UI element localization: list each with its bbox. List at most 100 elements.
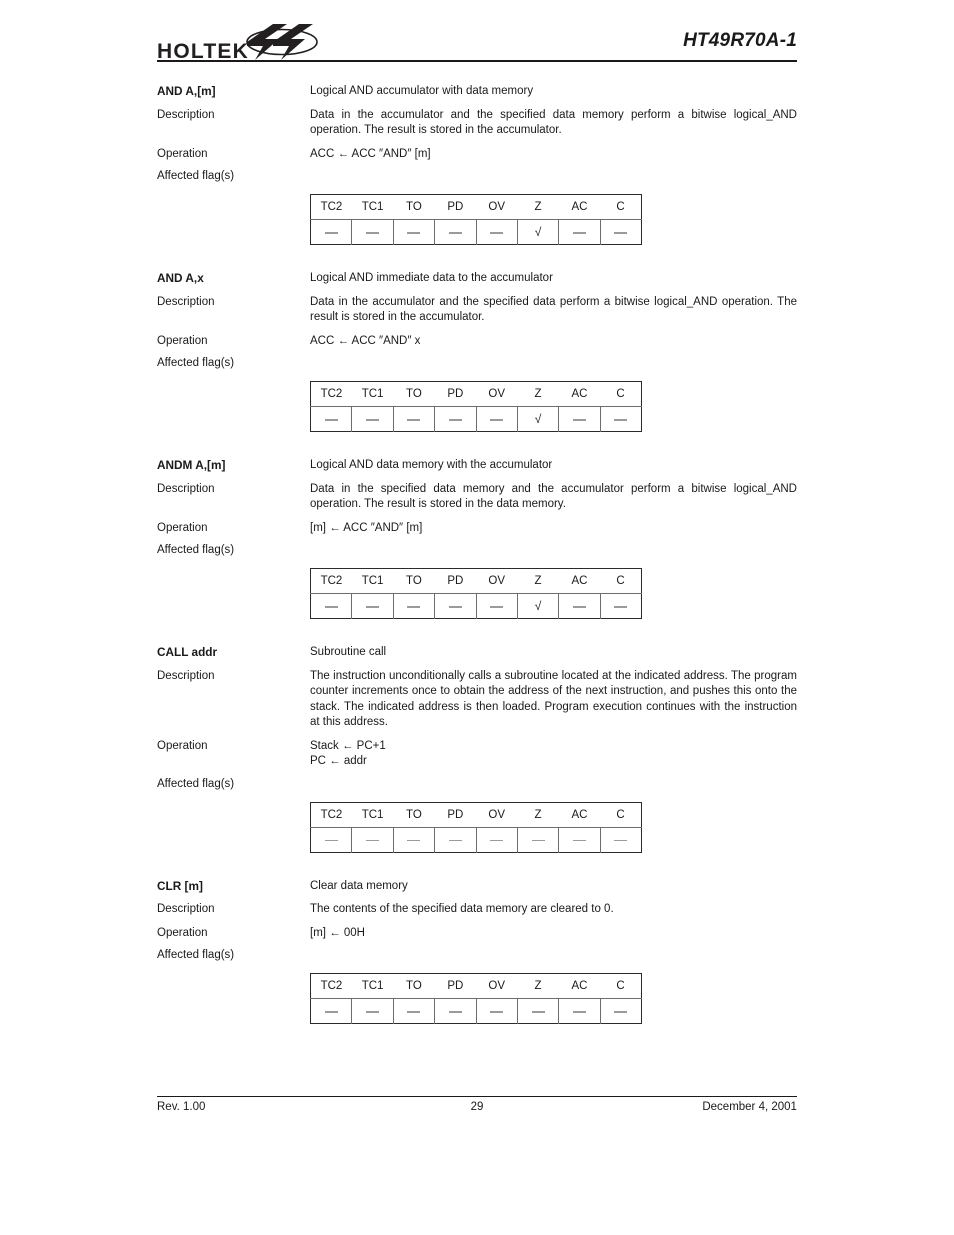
flag-header-cell: OV [476,568,518,594]
table-row: √ [311,593,642,619]
instruction-operation: [m] ← 00H [310,926,797,942]
operation-line: PC ← addr [310,755,367,767]
flag-value-cell: √ [516,406,559,432]
flag-value-cell [311,827,352,852]
flag-value-cell [351,593,394,619]
flag-dash-icon [490,1011,504,1013]
operation-line: [m] ← 00H [310,926,365,939]
flag-value-cell [434,406,476,432]
instruction-block: AND A,[m] Logical AND accumulator with d… [157,84,797,245]
table-row [311,998,642,1024]
flag-header-cell: TC2 [310,802,352,828]
affected-flags-table: TC2 TC1 TO PD OV Z AC C [310,194,642,245]
flag-dash-icon [366,606,380,608]
flag-header-cell: Z [517,194,559,220]
page-footer: Rev. 1.00 29 December 4, 2001 [157,1101,797,1113]
instruction-mnemonic: ANDM A,[m] [157,458,226,472]
flag-value-cell [392,998,435,1024]
flag-header-cell: OV [476,381,518,407]
flag-value-cell [475,827,518,852]
table-header-row: TC2 TC1 TO PD OV Z AC C [310,802,642,828]
flag-header-cell: TC2 [310,568,352,594]
flag-value-cell [599,593,642,619]
flag-dash-icon [324,606,338,608]
flag-dash-icon [366,419,380,421]
flag-dash-icon [572,419,586,421]
instruction-block: ANDM A,[m] Logical AND data memory with … [157,458,797,619]
footer-revision: Rev. 1.00 [157,1101,206,1113]
table-header-row: TC2 TC1 TO PD OV Z AC C [310,973,642,999]
instruction-operation: ACC ← ACC ″AND″ x [310,334,797,350]
operation-label: Operation [157,521,208,534]
table-row: √ [311,406,642,432]
description-label: Description [157,295,215,308]
affected-flags-table-wrap: TC2 TC1 TO PD OV Z AC C [310,194,797,245]
flag-header-cell: PD [434,568,476,594]
flag-value-cell [599,827,642,852]
operation-line: ACC ← ACC ″AND″ [m] [310,147,431,160]
operation-label: Operation [157,147,208,160]
flag-dash-icon [448,839,462,842]
instruction-mnemonic: CALL addr [157,645,218,659]
flag-header-cell: TC2 [310,973,352,999]
instruction-description: Data in the specified data memory and th… [310,482,797,511]
flag-value-cell [434,827,476,852]
flag-dash-icon [407,232,421,234]
table-row: √ [311,219,642,245]
table-row [311,827,642,852]
flag-dash-icon [614,419,628,421]
description-label: Description [157,669,215,682]
instruction-summary: Subroutine call [310,646,387,658]
affected-flags-label: Affected flag(s) [157,544,235,556]
flag-header-cell: TC1 [351,194,394,220]
flag-value-cell [434,998,476,1024]
flag-header-cell: TO [393,973,435,999]
flag-dash-icon [366,1011,380,1013]
description-label: Description [157,482,215,495]
flag-header-cell: AC [558,802,601,828]
flag-dash-icon [490,839,504,842]
footer-divider [157,1096,797,1098]
instruction-block: CALL addr Subroutine call Description Th… [157,645,797,853]
flag-dash-icon [614,232,628,234]
flag-value-cell [516,998,559,1024]
flag-dash-icon [490,232,504,234]
flag-dash-icon [531,1011,545,1013]
flag-value-cell [351,827,394,852]
operation-line: ACC ← ACC ″AND″ x [310,334,421,347]
datasheet-page: HOLTEK HT49R70A-1 AND A,[m] Logical AND … [0,0,954,1235]
flag-value-cell [558,998,601,1024]
header-divider [157,60,797,62]
flag-dash-icon [572,839,586,842]
flag-value-cell [599,406,642,432]
flag-dash-icon [572,232,586,234]
flag-header-cell: TC2 [310,194,352,220]
affected-flags-table: TC2 TC1 TO PD OV Z AC C [310,973,642,1024]
flag-value-cell [311,407,352,432]
instruction-operation: ACC ← ACC ″AND″ [m] [310,147,797,163]
instruction-block: CLR [m] Clear data memory Description Th… [157,879,797,1024]
flag-value-cell: √ [516,593,559,619]
affected-flags-label: Affected flag(s) [157,777,235,790]
operation-label: Operation [157,334,208,347]
flag-header-cell: PD [434,194,476,220]
table-header-row: TC2 TC1 TO PD OV Z AC C [310,568,642,594]
flag-header-cell: OV [476,802,518,828]
instruction-description: The instruction unconditionally calls a … [310,669,797,729]
flag-dash-icon [366,232,380,234]
flag-header-cell: AC [558,973,601,999]
operation-line: Stack ← PC+1 [310,739,386,752]
flag-dash-icon [490,606,504,608]
flag-value-cell [434,593,476,619]
instruction-summary: Clear data memory [310,879,408,892]
flag-header-cell: TO [393,802,435,828]
flag-dash-icon [407,839,421,842]
flag-value-cell [392,406,435,432]
flag-header-cell: TO [393,568,435,594]
flag-dash-icon [614,839,628,842]
description-label: Description [157,108,215,121]
flag-header-cell: C [600,194,642,220]
footer-page-number: 29 [470,1101,484,1113]
